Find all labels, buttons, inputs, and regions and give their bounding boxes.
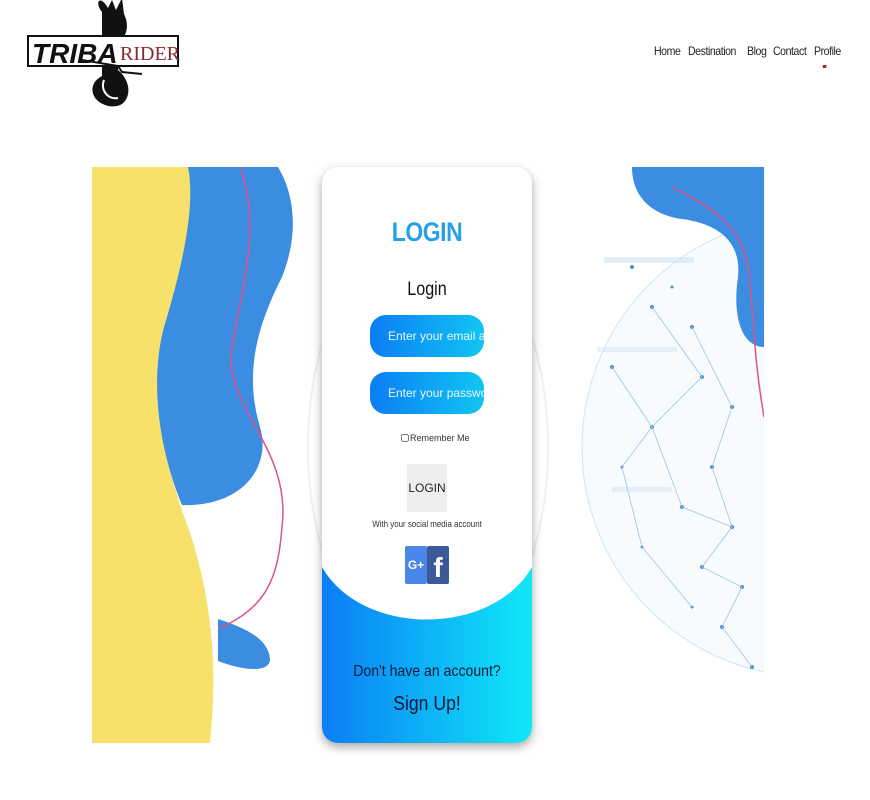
email-field[interactable]	[370, 315, 484, 357]
remember-me[interactable]: Remember Me	[401, 433, 470, 443]
password-field[interactable]	[370, 372, 484, 414]
card-wave-background	[322, 567, 532, 743]
login-card: LOGIN Login Remember Me LOGIN With your …	[322, 167, 532, 743]
social-login-text: With your social media account	[372, 519, 482, 529]
brand-name-part2: RIDER	[120, 43, 181, 65]
nav-home[interactable]: Home	[654, 44, 681, 58]
remember-me-label: Remember Me	[410, 433, 470, 443]
facebook-icon[interactable]: f	[427, 546, 449, 584]
card-title: LOGIN	[391, 217, 463, 247]
social-buttons: G+ f	[405, 546, 449, 584]
nav-blog[interactable]: Blog	[747, 44, 767, 58]
nav-destination[interactable]: Destination	[688, 44, 736, 58]
card-subtitle: Login	[407, 279, 447, 300]
signup-prompt: Don't have an account?	[353, 663, 501, 680]
nav-profile[interactable]: Profile	[814, 44, 842, 68]
logo-emblem: TRIBA RIDER	[27, 0, 181, 107]
login-button[interactable]: LOGIN	[407, 464, 447, 512]
main-nav: Home Destination Blog Contact Profile	[654, 44, 842, 68]
signup-link[interactable]: Sign Up!	[335, 693, 520, 716]
nav-contact[interactable]: Contact	[773, 44, 807, 58]
brand-logo[interactable]: TRIBA RIDER	[22, 0, 187, 112]
remember-me-checkbox[interactable]	[401, 434, 409, 442]
google-plus-icon[interactable]: G+	[405, 546, 427, 584]
